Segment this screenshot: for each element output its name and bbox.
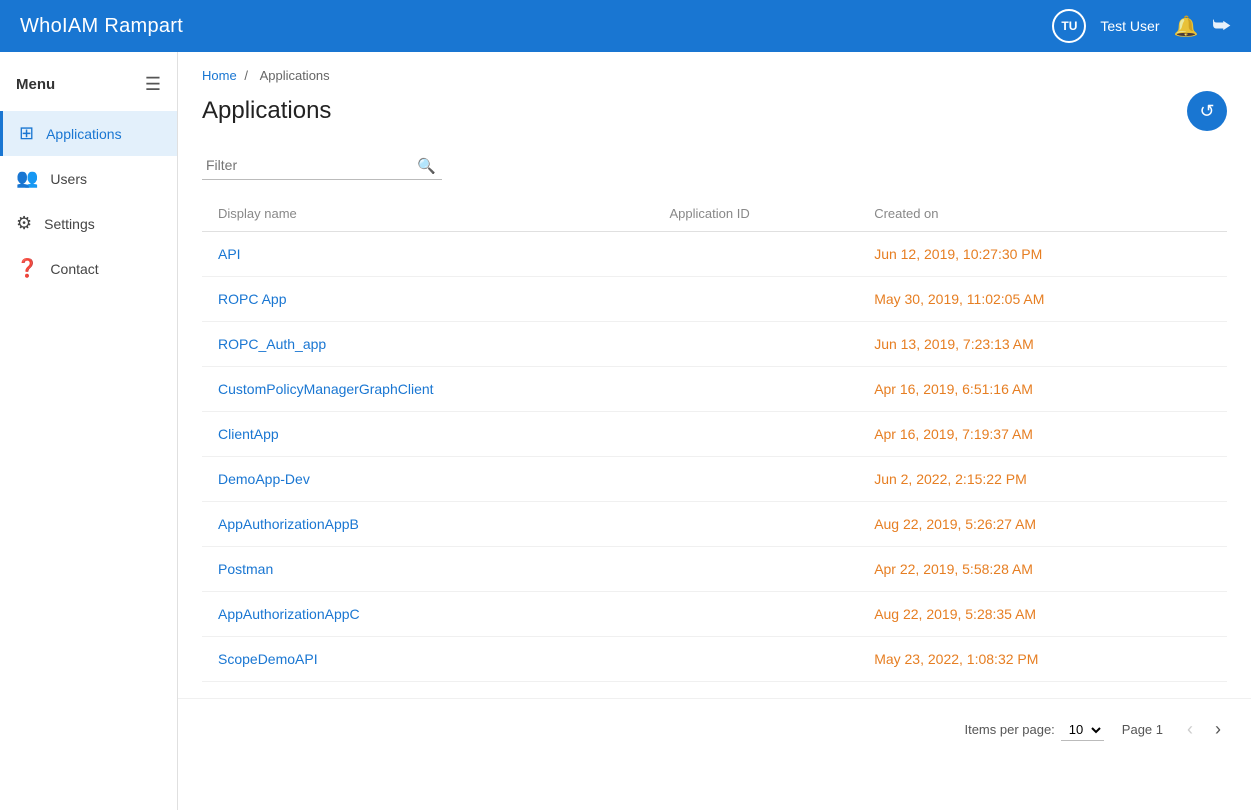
table-row[interactable]: ROPC_Auth_app Jun 13, 2019, 7:23:13 AM [202,322,1227,367]
table-row[interactable]: ClientApp Apr 16, 2019, 7:19:37 AM [202,412,1227,457]
cell-app-id [654,547,859,592]
cell-name: ScopeDemoAPI [202,637,654,682]
table-row[interactable]: DemoApp-Dev Jun 2, 2022, 2:15:22 PM [202,457,1227,502]
breadcrumb-home[interactable]: Home [202,68,237,83]
table-row[interactable]: AppAuthorizationAppB Aug 22, 2019, 5:26:… [202,502,1227,547]
main-layout: Menu ☰ ⊞ Applications 👥 Users ⚙ Settings… [0,52,1251,810]
cell-name: CustomPolicyManagerGraphClient [202,367,654,412]
cell-name: DemoApp-Dev [202,457,654,502]
cell-created: Aug 22, 2019, 5:28:35 AM [858,592,1227,637]
refresh-button[interactable]: ↺ [1187,91,1227,131]
notification-icon[interactable]: 🔔 [1173,14,1198,39]
main-content: Home / Applications Applications ↺ 🔍 [178,52,1251,810]
sidebar: Menu ☰ ⊞ Applications 👥 Users ⚙ Settings… [0,52,178,810]
prev-page-button[interactable]: ‹ [1181,715,1199,744]
sidebar-item-users[interactable]: 👥 Users [0,156,177,201]
menu-label: Menu [16,76,55,93]
sidebar-item-label: Contact [50,261,98,277]
users-icon: 👥 [16,168,38,189]
cell-created: Jun 12, 2019, 10:27:30 PM [858,232,1227,277]
sidebar-item-applications[interactable]: ⊞ Applications [0,111,177,156]
cell-name: API [202,232,654,277]
table-row[interactable]: CustomPolicyManagerGraphClient Apr 16, 2… [202,367,1227,412]
page-title: Applications [202,97,331,125]
items-per-page-select[interactable]: 10 25 50 [1061,719,1104,741]
avatar: TU [1052,9,1086,43]
table-row[interactable]: ROPC App May 30, 2019, 11:02:05 AM [202,277,1227,322]
cell-app-id [654,637,859,682]
header-right: TU Test User 🔔 ⮩ [1052,9,1231,43]
cell-app-id [654,502,859,547]
cell-created: May 23, 2022, 1:08:32 PM [858,637,1227,682]
cell-created: May 30, 2019, 11:02:05 AM [858,277,1227,322]
table-row[interactable]: ScopeDemoAPI May 23, 2022, 1:08:32 PM [202,637,1227,682]
sidebar-item-label: Applications [46,126,122,142]
table-header-row: Display name Application ID Created on [202,196,1227,232]
cell-name: ROPC App [202,277,654,322]
filter-container: 🔍 [202,151,442,180]
cell-app-id [654,367,859,412]
cell-created: Jun 2, 2022, 2:15:22 PM [858,457,1227,502]
cell-created: Apr 16, 2019, 6:51:16 AM [858,367,1227,412]
table-row[interactable]: AppAuthorizationAppC Aug 22, 2019, 5:28:… [202,592,1227,637]
cell-app-id [654,232,859,277]
table-row[interactable]: Postman Apr 22, 2019, 5:58:28 AM [202,547,1227,592]
pagination-bar: Items per page: 10 25 50 Page 1 ‹ › [178,698,1251,760]
cell-name: ClientApp [202,412,654,457]
sidebar-item-settings[interactable]: ⚙ Settings [0,201,177,246]
username-label: Test User [1100,18,1159,34]
cell-app-id [654,457,859,502]
breadcrumb-separator: / [244,68,248,83]
breadcrumb: Home / Applications [202,68,1227,83]
page-header-row: Applications ↺ [202,91,1227,131]
page-info: Page 1 [1122,722,1163,737]
content-inner: Home / Applications Applications ↺ 🔍 [178,52,1251,698]
contact-icon: ❓ [16,258,38,279]
cell-app-id [654,412,859,457]
sidebar-item-label: Settings [44,216,95,232]
logout-icon[interactable]: ⮩ [1212,15,1231,38]
cell-created: Apr 16, 2019, 7:19:37 AM [858,412,1227,457]
items-per-page-label: Items per page: [964,722,1054,737]
cell-created: Apr 22, 2019, 5:58:28 AM [858,547,1227,592]
sidebar-item-label: Users [50,171,87,187]
cell-created: Aug 22, 2019, 5:26:27 AM [858,502,1227,547]
settings-icon: ⚙ [16,213,32,234]
cell-name: Postman [202,547,654,592]
cell-name: ROPC_Auth_app [202,322,654,367]
cell-name: AppAuthorizationAppC [202,592,654,637]
filter-input[interactable] [202,151,442,180]
menu-toggle-icon[interactable]: ☰ [145,74,161,95]
sidebar-item-contact[interactable]: ❓ Contact [0,246,177,291]
cell-app-id [654,322,859,367]
col-app-id: Application ID [654,196,859,232]
search-icon: 🔍 [417,157,436,175]
cell-created: Jun 13, 2019, 7:23:13 AM [858,322,1227,367]
applications-icon: ⊞ [19,123,34,144]
col-display-name: Display name [202,196,654,232]
menu-header: Menu ☰ [0,62,177,111]
cell-app-id [654,592,859,637]
app-header: WhoIAM Rampart TU Test User 🔔 ⮩ [0,0,1251,52]
cell-app-id [654,277,859,322]
col-created-on: Created on [858,196,1227,232]
table-row[interactable]: API Jun 12, 2019, 10:27:30 PM [202,232,1227,277]
breadcrumb-current: Applications [260,68,330,83]
applications-table: Display name Application ID Created on A… [202,196,1227,682]
items-per-page: Items per page: 10 25 50 [964,719,1103,741]
cell-name: AppAuthorizationAppB [202,502,654,547]
app-title: WhoIAM Rampart [20,15,183,38]
next-page-button[interactable]: › [1209,715,1227,744]
